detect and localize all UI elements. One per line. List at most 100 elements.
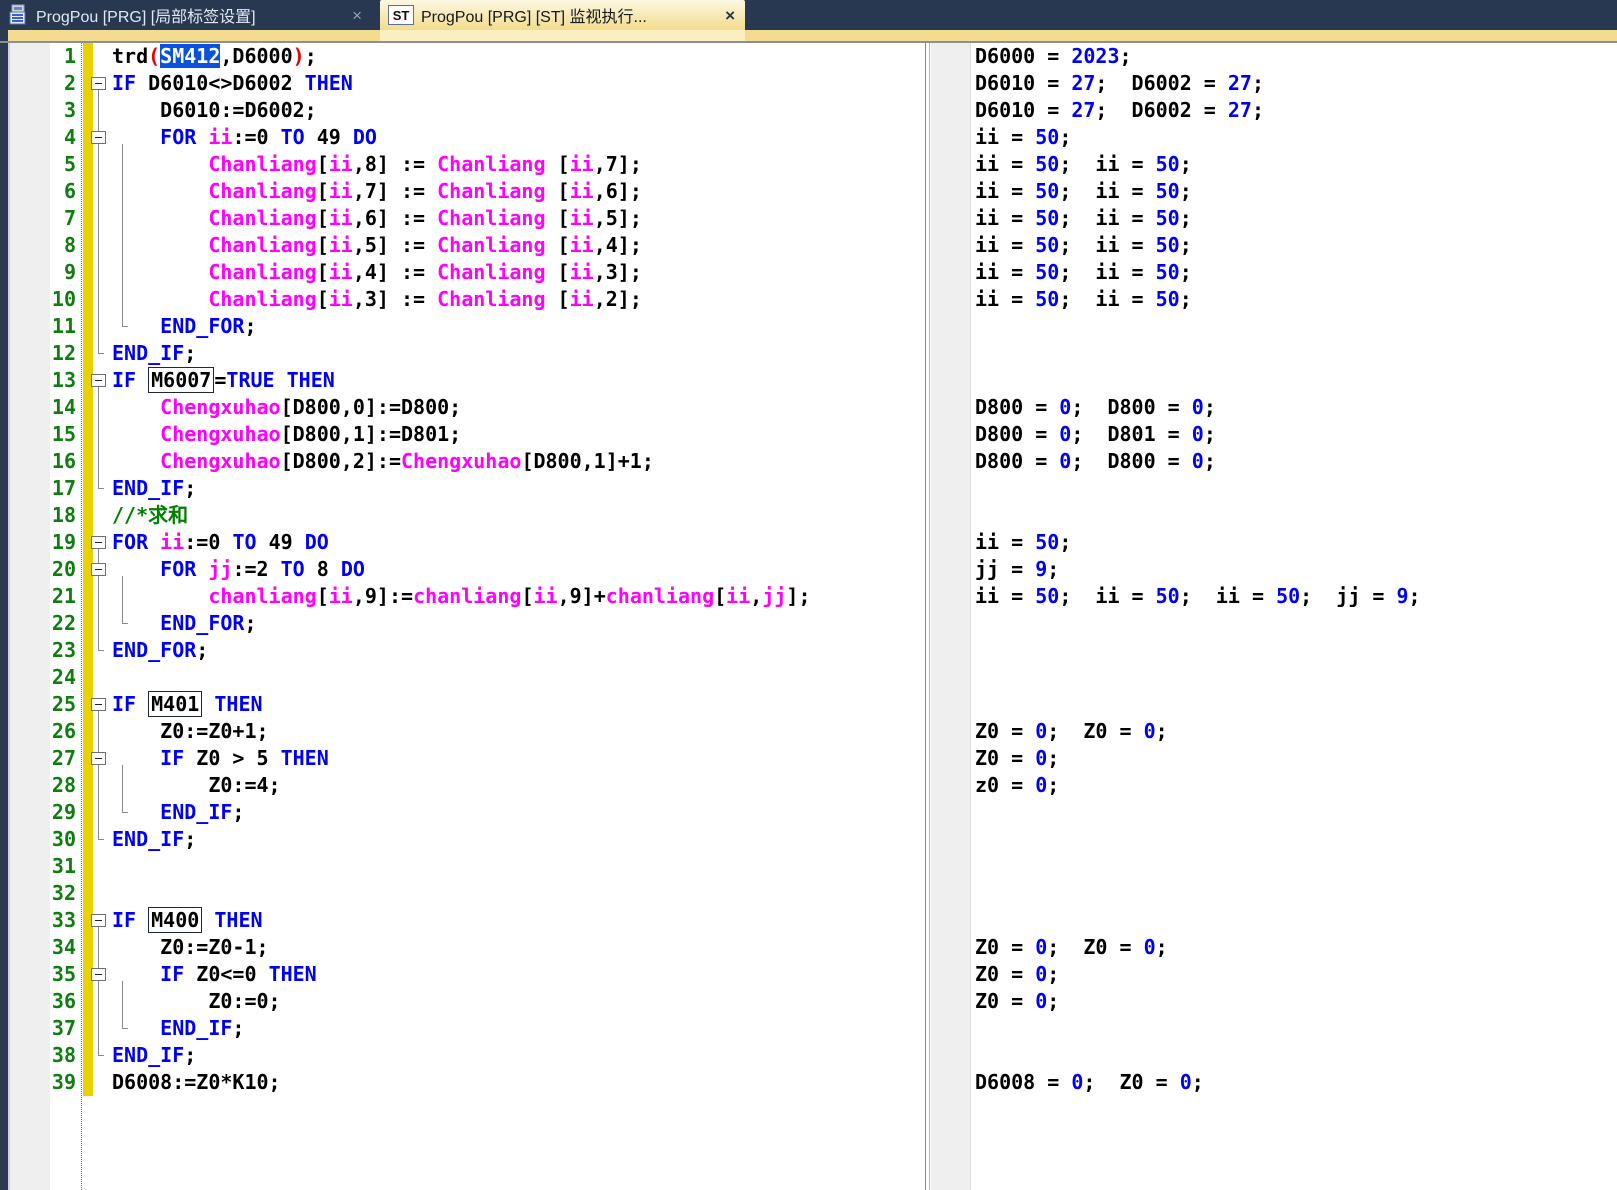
- code-line-27[interactable]: 27 IF Z0 > 5 THEN: [10, 745, 925, 772]
- code-line-36[interactable]: 36 Z0:=0;: [10, 988, 925, 1015]
- code-line-3[interactable]: 3 D6010:=D6002;: [10, 97, 925, 124]
- fold-collapse-icon[interactable]: [91, 536, 106, 549]
- line-number: 14: [10, 394, 76, 421]
- code-line-21[interactable]: 21 chanliang[ii,9]:=chanliang[ii,9]+chan…: [10, 583, 925, 610]
- tab-label: ProgPou [PRG] [局部标签设置]: [36, 3, 256, 27]
- code-segment: [136, 368, 148, 392]
- code-line-29[interactable]: 29 END_IF;: [10, 799, 925, 826]
- code-segment: ;: [1180, 260, 1192, 284]
- code-line-33[interactable]: 33IF M400 THEN: [10, 907, 925, 934]
- label-identifier: Chengxuhao: [160, 422, 280, 446]
- code-line-1[interactable]: 1trd(SM412,D6000);: [10, 43, 925, 70]
- tab-st-program-monitoring[interactable]: ST ProgPou [PRG] [ST] 监视执行... ×: [380, 0, 745, 30]
- line-number: 34: [10, 934, 76, 961]
- code-segment: trd: [112, 44, 148, 68]
- monitor-value: 0: [1071, 1070, 1083, 1094]
- fold-collapse-icon[interactable]: [91, 77, 106, 90]
- code-line-25[interactable]: 25IF M401 THEN: [10, 691, 925, 718]
- code-line-38[interactable]: 38END_IF;: [10, 1042, 925, 1069]
- code-line-23[interactable]: 23END_FOR;: [10, 637, 925, 664]
- code-text: END_IF;: [112, 1015, 244, 1042]
- code-segment: ];: [786, 584, 810, 608]
- monitor-value: 0: [1144, 719, 1156, 743]
- code-segment: ,5];: [594, 206, 642, 230]
- code-line-5[interactable]: 5 Chanliang[ii,8] := Chanliang [ii,7];: [10, 151, 925, 178]
- close-tab-icon[interactable]: ×: [725, 7, 735, 24]
- monitor-value: 50: [1156, 287, 1180, 311]
- code-segment: [136, 908, 148, 932]
- code-segment: [112, 557, 160, 581]
- keyword: DO: [305, 530, 329, 554]
- fold-collapse-icon[interactable]: [91, 698, 106, 711]
- pane-divider[interactable]: [925, 43, 926, 1190]
- monitor-line-25: [930, 691, 1617, 718]
- fold-collapse-icon[interactable]: [91, 914, 106, 927]
- code-line-11[interactable]: 11 END_FOR;: [10, 313, 925, 340]
- code-line-39[interactable]: 39D6008:=Z0*K10;: [10, 1069, 925, 1096]
- code-segment: [196, 125, 208, 149]
- line-number: 3: [10, 97, 76, 124]
- code-line-4[interactable]: 4 FOR ii:=0 TO 49 DO: [10, 124, 925, 151]
- code-line-10[interactable]: 10 Chanliang[ii,3] := Chanliang [ii,2];: [10, 286, 925, 313]
- code-line-26[interactable]: 26 Z0:=Z0+1;: [10, 718, 925, 745]
- code-line-30[interactable]: 30END_IF;: [10, 826, 925, 853]
- code-line-14[interactable]: 14 Chengxuhao[D800,0]:=D800;: [10, 394, 925, 421]
- code-text: Z0:=Z0-1;: [112, 934, 269, 961]
- monitor-value: 0: [1035, 719, 1047, 743]
- code-segment: ;: [1047, 746, 1059, 770]
- code-line-12[interactable]: 12END_IF;: [10, 340, 925, 367]
- code-segment: :=0: [232, 125, 280, 149]
- keyword: TO: [281, 125, 305, 149]
- code-segment: ;: [1204, 395, 1216, 419]
- fold-collapse-icon[interactable]: [91, 563, 106, 576]
- code-line-7[interactable]: 7 Chanliang[ii,6] := Chanliang [ii,5];: [10, 205, 925, 232]
- fold-collapse-icon[interactable]: [91, 374, 106, 387]
- label-identifier: ii: [329, 287, 353, 311]
- code-segment: ;: [1047, 557, 1059, 581]
- code-line-20[interactable]: 20 FOR jj:=2 TO 8 DO: [10, 556, 925, 583]
- code-segment: ii =: [975, 287, 1035, 311]
- code-line-37[interactable]: 37 END_IF;: [10, 1015, 925, 1042]
- code-line-28[interactable]: 28 Z0:=4;: [10, 772, 925, 799]
- tab-local-label-settings[interactable]: ProgPou [PRG] [局部标签设置] ×: [0, 0, 372, 30]
- code-line-2[interactable]: 2IF D6010<>D6002 THEN: [10, 70, 925, 97]
- label-identifier: Chanliang: [208, 287, 316, 311]
- code-segment: ,7] :=: [353, 179, 437, 203]
- code-line-13[interactable]: 13IF M6007=TRUE THEN: [10, 367, 925, 394]
- code-line-35[interactable]: 35 IF Z0<=0 THEN: [10, 961, 925, 988]
- code-line-22[interactable]: 22 END_FOR;: [10, 610, 925, 637]
- fold-collapse-icon[interactable]: [91, 968, 106, 981]
- keyword: END_IF: [160, 1016, 232, 1040]
- code-segment: ,2];: [594, 287, 642, 311]
- code-text: Chanliang[ii,4] := Chanliang [ii,3];: [112, 259, 642, 286]
- code-segment: [: [317, 152, 329, 176]
- code-line-32[interactable]: 32: [10, 880, 925, 907]
- code-line-18[interactable]: 18//*求和: [10, 502, 925, 529]
- code-line-15[interactable]: 15 Chengxuhao[D800,1]:=D801;: [10, 421, 925, 448]
- code-line-17[interactable]: 17END_IF;: [10, 475, 925, 502]
- label-identifier: Chanliang: [437, 260, 545, 284]
- monitor-line-21: ii = 50; ii = 50; ii = 50; jj = 9;: [930, 583, 1617, 610]
- code-line-19[interactable]: 19FOR ii:=0 TO 49 DO: [10, 529, 925, 556]
- code-text: IF Z0 > 5 THEN: [112, 745, 329, 772]
- code-line-8[interactable]: 8 Chanliang[ii,5] := Chanliang [ii,4];: [10, 232, 925, 259]
- code-line-24[interactable]: 24: [10, 664, 925, 691]
- code-segment: [112, 611, 160, 635]
- code-line-31[interactable]: 31: [10, 853, 925, 880]
- fold-collapse-icon[interactable]: [91, 131, 106, 144]
- label-identifier: Chengxuhao: [401, 449, 521, 473]
- code-line-34[interactable]: 34 Z0:=Z0-1;: [10, 934, 925, 961]
- code-segment: Z0<=0: [184, 962, 268, 986]
- fold-collapse-icon[interactable]: [91, 752, 106, 765]
- code-line-9[interactable]: 9 Chanliang[ii,4] := Chanliang [ii,3];: [10, 259, 925, 286]
- code-line-16[interactable]: 16 Chengxuhao[D800,2]:=Chengxuhao[D800,1…: [10, 448, 925, 475]
- code-segment: ): [293, 44, 305, 68]
- code-segment: [112, 125, 160, 149]
- close-tab-icon[interactable]: ×: [352, 7, 362, 24]
- line-number: 28: [10, 772, 76, 799]
- code-segment: ii =: [975, 206, 1035, 230]
- monitor-value: 50: [1156, 152, 1180, 176]
- code-line-6[interactable]: 6 Chanliang[ii,7] := Chanliang [ii,6];: [10, 178, 925, 205]
- code-segment: ;: [1180, 206, 1192, 230]
- st-code-pane[interactable]: 1trd(SM412,D6000);2IF D6010<>D6002 THEN3…: [10, 43, 925, 1190]
